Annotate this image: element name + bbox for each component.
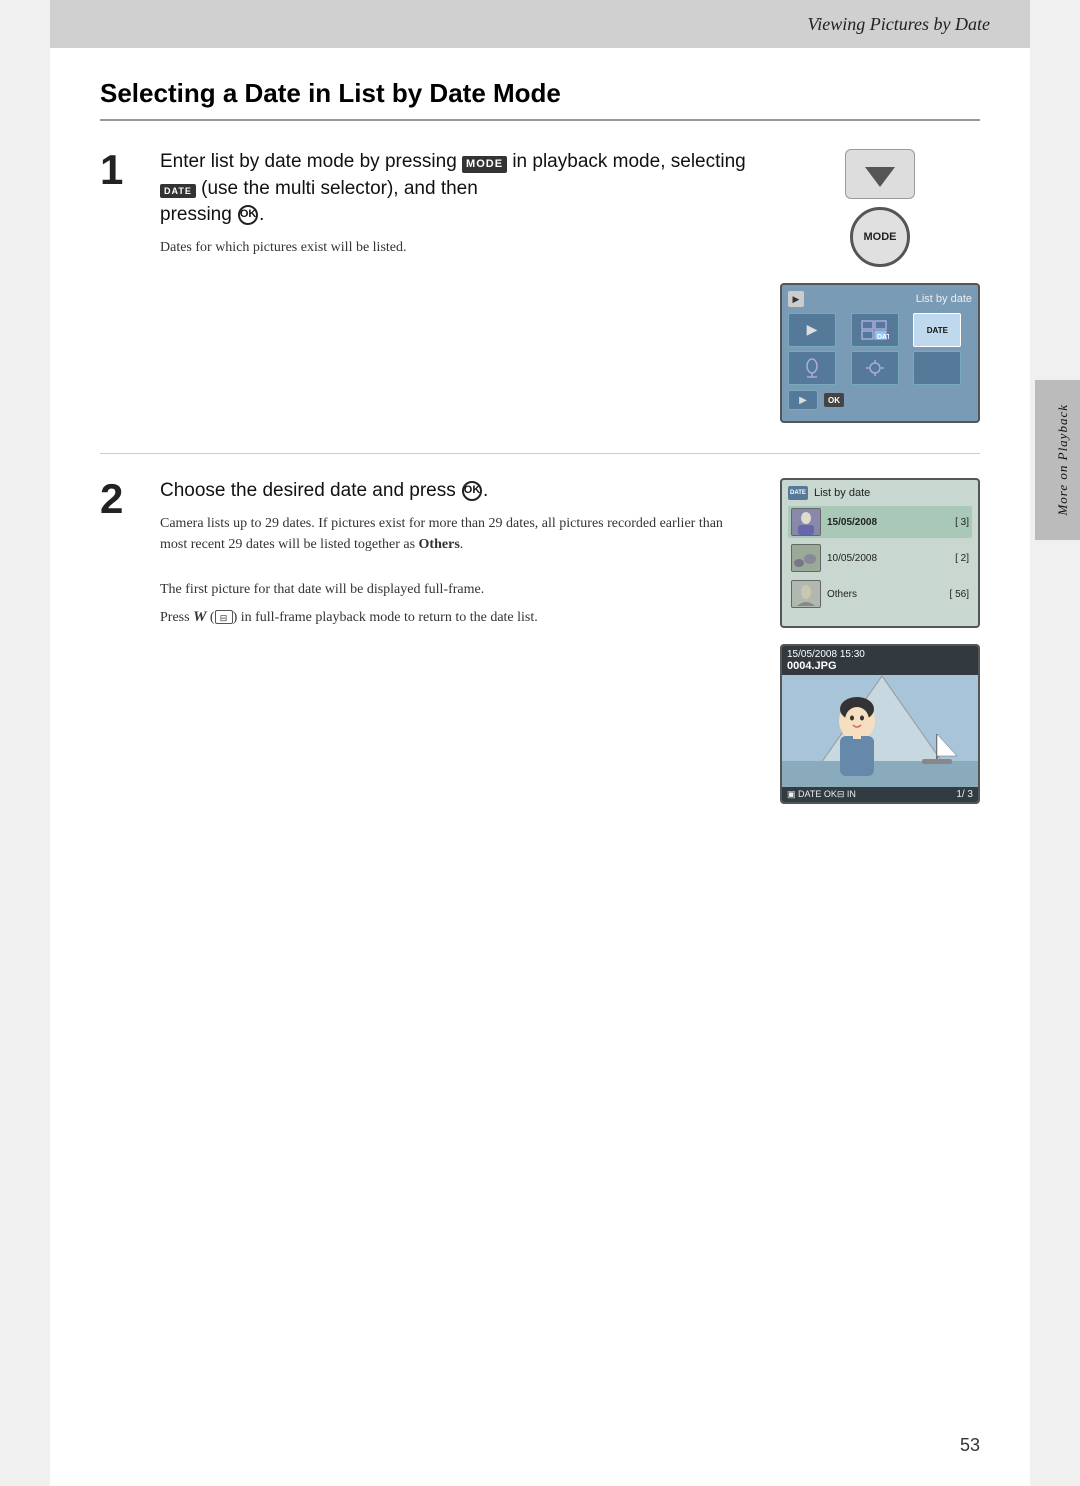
cs3-filename: 0004.JPG	[787, 660, 973, 672]
step-2-content: Choose the desired date and press OK. Ca…	[160, 478, 980, 804]
step-2-para3: Press W (⊟) in full-frame playback mode …	[160, 606, 750, 629]
top-bar: Viewing Pictures by Date	[50, 0, 1030, 48]
cs1-multiframe: DATE	[851, 313, 899, 347]
svg-text:DATE: DATE	[877, 334, 889, 340]
mode-button: MODE	[850, 207, 910, 267]
step-1-title: Enter list by date mode by pressing MODE…	[160, 149, 750, 229]
camera-screen-2: DATE List by date	[780, 478, 980, 628]
cs2-date-icon: DATE	[788, 486, 808, 500]
ok-button-icon-2: OK	[462, 481, 482, 501]
step-2: 2 Choose the desired date and press OK. …	[100, 478, 980, 804]
page: Viewing Pictures by Date More on Playbac…	[50, 0, 1030, 1486]
step-1: 1 Enter list by date mode by pressing MO…	[100, 149, 980, 423]
cs1-title: List by date	[916, 293, 972, 305]
date-key: DATE	[160, 184, 196, 199]
ok-button-icon: OK	[238, 205, 258, 225]
cs2-info-2: 10/05/2008	[827, 553, 949, 564]
cs3-bottom-bar: ▣ DATE OK⊟ IN 1/ 3	[782, 787, 978, 802]
side-tab-label: More on Playback	[1055, 404, 1071, 516]
page-number: 53	[960, 1435, 980, 1456]
play-icon: ▶	[788, 291, 804, 307]
step-2-number: 2	[100, 478, 140, 804]
cs1-empty	[913, 351, 961, 385]
cs2-thumb-1	[791, 508, 821, 536]
cs2-count-others: [ 56]	[950, 589, 969, 600]
section-title: Viewing Pictures by Date	[808, 14, 990, 35]
camera-screen-3: 15/05/2008 15:30 0004.JPG	[780, 644, 980, 804]
camera-screen-1: ▶ List by date ▶	[780, 283, 980, 423]
step-2-title: Choose the desired date and press OK.	[160, 478, 750, 505]
cs3-timestamp: 15/05/2008 15:30	[787, 649, 973, 660]
cs1-bottom-play: ▶	[788, 390, 818, 410]
cs2-row-3: Others [ 56]	[788, 578, 972, 610]
cs2-row-2: 10/05/2008 [ 2]	[788, 542, 972, 574]
step-2-description: Camera lists up to 29 dates. If pictures…	[160, 513, 750, 555]
cs2-info-others: Others	[827, 589, 944, 600]
down-arrow-icon	[860, 159, 900, 189]
cs1-ok-label: OK	[824, 393, 844, 407]
step-2-para2: The first picture for that date will be …	[160, 579, 750, 600]
step-divider	[100, 453, 980, 454]
cs2-count-2: [ 2]	[955, 553, 969, 564]
cs2-thumb-2	[791, 544, 821, 572]
cs1-menu-grid: ▶ DATE D	[788, 313, 972, 385]
cs1-play: ▶	[788, 313, 836, 347]
cs1-settings	[851, 351, 899, 385]
cs3-icons: ▣ DATE OK⊟ IN	[787, 789, 856, 800]
step-1-description: Dates for which pictures exist will be l…	[160, 237, 750, 258]
chapter-title: Selecting a Date in List by Date Mode	[100, 78, 980, 121]
cs2-thumb-3	[791, 580, 821, 608]
cs1-date-highlighted: DATE	[913, 313, 961, 347]
step-1-number: 1	[100, 149, 140, 423]
step-1-content: Enter list by date mode by pressing MODE…	[160, 149, 980, 423]
cs2-info-1: 15/05/2008	[827, 517, 949, 528]
cs3-frame-info: 1/ 3	[956, 789, 973, 800]
cs2-title: List by date	[814, 487, 870, 499]
side-tab: More on Playback	[1035, 380, 1080, 540]
cs2-count-1: [ 3]	[955, 517, 969, 528]
main-content: Selecting a Date in List by Date Mode 1 …	[50, 48, 1030, 884]
cs1-mic	[788, 351, 836, 385]
mode-key: MODE	[462, 156, 507, 173]
cs3-top-bar: 15/05/2008 15:30 0004.JPG	[782, 646, 978, 675]
cs2-row-1: 15/05/2008 [ 3]	[788, 506, 972, 538]
